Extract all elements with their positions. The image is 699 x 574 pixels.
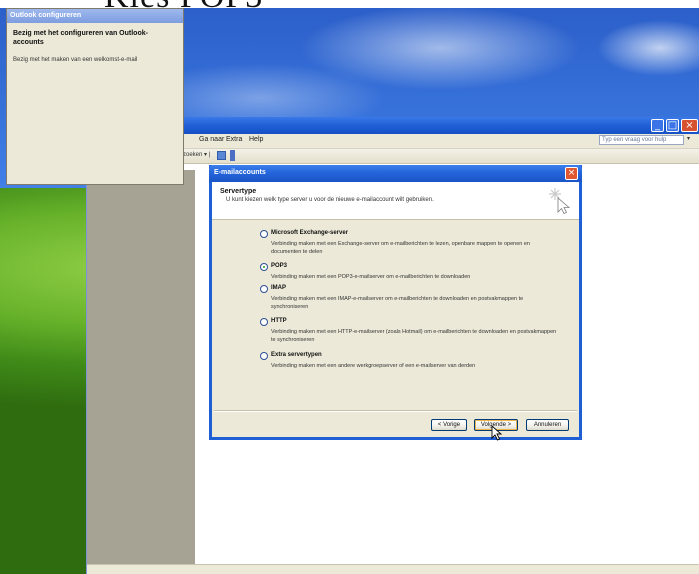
mouse-pointer-icon xyxy=(491,425,503,441)
status-bar xyxy=(87,564,699,574)
config-panel-heading: Bezig met het configureren van Outlook-a… xyxy=(13,30,148,46)
chevron-down-icon[interactable]: ▾ xyxy=(687,135,690,142)
dialog-header: Servertype U kunt kiezen welk type serve… xyxy=(212,182,579,220)
option-description: Verbinding maken met een Exchange-server… xyxy=(271,241,530,255)
menu-item-ganaar[interactable]: Ga naar xyxy=(199,136,224,143)
address-book-icon[interactable] xyxy=(217,151,226,160)
config-panel-titlebar: Outlook configureren xyxy=(7,9,183,23)
close-button[interactable]: × xyxy=(681,119,698,132)
help-search-input[interactable]: Typ een vraag voor hulp xyxy=(599,135,684,145)
option-label[interactable]: POP3 xyxy=(271,263,287,269)
chevron-down-icon[interactable]: ▾ | xyxy=(204,151,210,158)
menu-item-help[interactable]: Help xyxy=(249,136,263,143)
dialog-title: E-mailaccounts xyxy=(214,169,266,176)
wizard-icon xyxy=(549,188,571,214)
option-label[interactable]: Extra servertypen xyxy=(271,352,322,358)
option-description: Verbinding maken met een andere werkgroe… xyxy=(271,363,476,369)
cancel-button[interactable]: Annuleren xyxy=(526,419,569,431)
radio-http[interactable] xyxy=(260,318,268,326)
screenshot-stage: Kies POP3 _ □ × Ga naar Extra Help Typ e… xyxy=(0,0,699,574)
servertype-subtitle: U kunt kiezen welk type server u voor de… xyxy=(226,197,434,203)
radio-extra-servertypen[interactable] xyxy=(260,352,268,360)
help-icon[interactable] xyxy=(230,150,235,161)
toolbar-search-button[interactable]: zoeken xyxy=(183,152,202,158)
config-panel-title: Outlook configureren xyxy=(10,12,82,19)
dialog-divider xyxy=(214,410,577,412)
email-accounts-dialog: E-mailaccounts × Servertype U kunt kieze… xyxy=(209,165,582,440)
maximize-button[interactable]: □ xyxy=(666,119,679,132)
outlook-configureren-panel: Outlook configureren Bezig met het confi… xyxy=(6,8,184,185)
option-label[interactable]: IMAP xyxy=(271,285,286,291)
option-description: Verbinding maken met een IMAP-e-mailserv… xyxy=(271,296,524,310)
menu-item-extra[interactable]: Extra xyxy=(226,136,242,143)
radio-imap[interactable] xyxy=(260,285,268,293)
option-label[interactable]: Microsoft Exchange-server xyxy=(271,230,348,236)
radio-pop3[interactable] xyxy=(260,263,268,271)
radio-exchange[interactable] xyxy=(260,230,268,238)
dialog-close-button[interactable]: × xyxy=(565,167,578,180)
minimize-button[interactable]: _ xyxy=(651,119,664,132)
config-panel-status: Bezig met het maken van een welkomst-e-m… xyxy=(13,57,138,63)
dialog-titlebar[interactable]: E-mailaccounts × xyxy=(209,165,582,182)
option-description: Verbinding maken met een HTTP-e-mailserv… xyxy=(271,329,557,343)
option-label[interactable]: HTTP xyxy=(271,318,287,324)
navigation-pane xyxy=(87,170,195,567)
servertype-title: Servertype xyxy=(220,188,257,195)
back-button[interactable]: < Vorige xyxy=(431,419,467,431)
option-description: Verbinding maken met een POP3-e-mailserv… xyxy=(271,274,471,280)
